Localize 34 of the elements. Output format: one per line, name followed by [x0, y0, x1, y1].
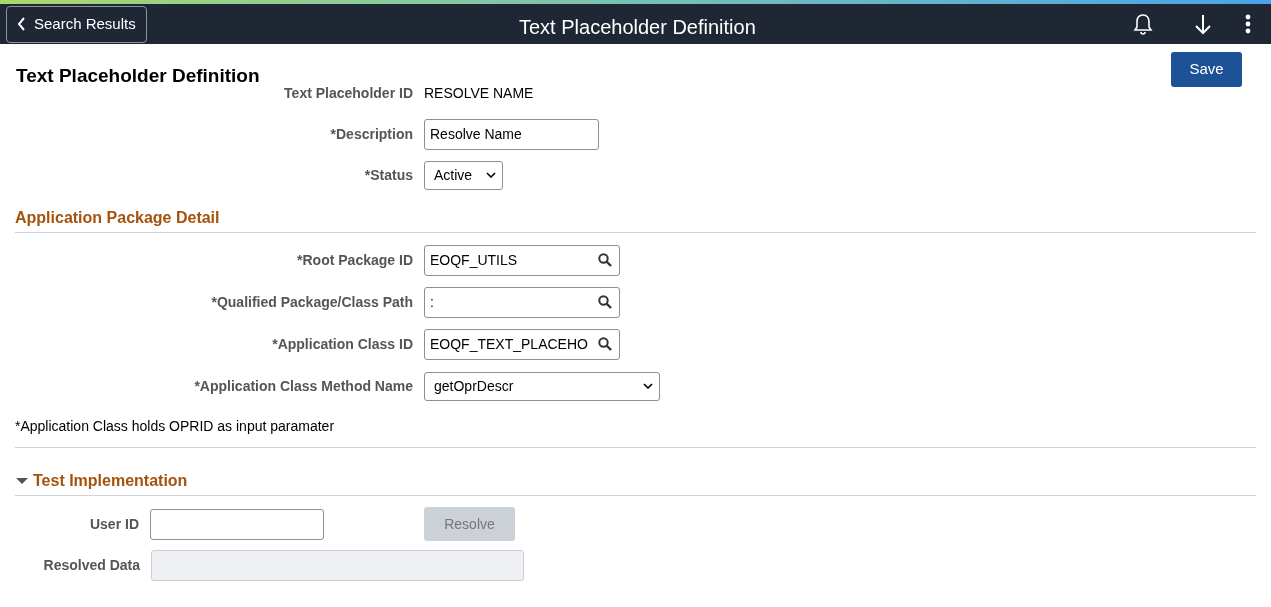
dropdown-select[interactable]: getOprDescr	[424, 371, 660, 401]
field-label: *Status	[363, 165, 413, 185]
dropdown-select[interactable]: Active	[424, 160, 503, 190]
field-label: *Root Package ID	[296, 250, 413, 270]
field-label: Text Placeholder ID	[283, 83, 413, 103]
field-label: *Qualified Package/Class Path	[210, 292, 413, 312]
field-label: *Description	[329, 124, 413, 144]
search-icon[interactable]	[598, 295, 612, 309]
section-heading[interactable]: Test Implementation	[33, 468, 188, 493]
lookup-input[interactable]: EOQF_UTILS	[424, 244, 620, 276]
field-label: *Application Class ID	[271, 334, 413, 354]
field-label: *Application Class Method Name	[193, 376, 413, 396]
search-icon[interactable]	[598, 337, 612, 351]
bell-icon[interactable]	[1133, 13, 1153, 35]
lookup-input[interactable]: EOQF_TEXT_PLACEHO	[424, 328, 620, 360]
section-heading: Application Package Detail	[15, 208, 220, 226]
page-header-title: Text Placeholder Definition	[519, 15, 756, 40]
collapse-triangle-icon[interactable]	[15, 476, 29, 485]
more-vertical-icon[interactable]	[1245, 14, 1251, 34]
search-icon[interactable]	[598, 253, 612, 267]
field-label: Resolved Data	[42, 555, 140, 575]
lookup-input[interactable]: :	[424, 286, 620, 318]
back-button[interactable]: Search Results	[6, 5, 147, 43]
dropdown-chevron-icon	[643, 383, 653, 389]
save-button[interactable]: Save	[1171, 52, 1242, 87]
field-label: User ID	[88, 514, 139, 534]
chevron-left-icon	[17, 17, 26, 31]
field-value: RESOLVE NAME	[424, 83, 534, 103]
description-input[interactable]: Resolve Name	[424, 118, 599, 150]
note-text: *Application Class holds OPRID as input paramater	[15, 416, 336, 436]
arrow-down-icon[interactable]	[1193, 13, 1213, 35]
page-title: Text Placeholder Definition	[16, 64, 260, 88]
user-id-input[interactable]	[150, 508, 324, 540]
dropdown-chevron-icon	[486, 172, 496, 178]
